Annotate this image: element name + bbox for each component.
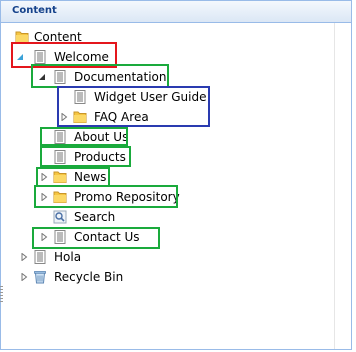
tree-node-label: News: [74, 170, 107, 184]
tree-node-news[interactable]: News: [40, 167, 160, 187]
tree-node-widget-user-guide[interactable]: Widget User Guide: [72, 87, 232, 107]
page-icon: [32, 249, 48, 265]
collapsed-toggle-icon[interactable]: [20, 273, 28, 281]
collapsed-toggle-icon[interactable]: [40, 193, 48, 201]
collapsed-toggle-icon[interactable]: [60, 113, 68, 121]
resize-grip[interactable]: [0, 286, 3, 304]
tree-node-products[interactable]: Products: [52, 147, 172, 167]
tree-node-label: Content: [34, 30, 82, 44]
page-icon: [52, 129, 68, 145]
page-icon: [52, 69, 68, 85]
folder-icon: [52, 169, 68, 185]
tree-node-label: Hola: [54, 250, 82, 264]
tree-node-label: Documentation: [74, 70, 167, 84]
tree-node-label: Search: [74, 210, 116, 224]
collapsed-toggle-icon[interactable]: [20, 253, 28, 261]
tree-node-label: Products: [74, 150, 126, 164]
tree-node-faq-area[interactable]: FAQ Area: [60, 107, 220, 127]
tree-node-welcome[interactable]: Welcome: [16, 47, 216, 67]
tree-node-content[interactable]: Content: [14, 27, 214, 47]
collapsed-toggle-icon[interactable]: [40, 173, 48, 181]
tree-node-about-us[interactable]: About Us: [52, 127, 172, 147]
tree-node-documentation[interactable]: Documentation: [38, 67, 238, 87]
page-icon: [52, 229, 68, 245]
tree-node-hola[interactable]: Hola: [20, 247, 140, 267]
tree-node-recycle-bin[interactable]: Recycle Bin: [20, 267, 160, 287]
tree-node-label: Welcome: [54, 50, 109, 64]
expanded-toggle-icon[interactable]: [38, 73, 46, 81]
recycle-bin-icon: [32, 269, 48, 285]
tree-node-search[interactable]: Search: [52, 207, 172, 227]
folder-icon: [14, 29, 30, 45]
tree-node-promo-repository[interactable]: Promo Repository: [40, 187, 200, 207]
page-icon: [72, 89, 88, 105]
panel-header: Content: [1, 1, 351, 23]
tree-node-label: Recycle Bin: [54, 270, 124, 284]
tree-node-label: Widget User Guide: [94, 90, 207, 104]
expanded-toggle-icon[interactable]: [16, 53, 24, 61]
vertical-scrollbar[interactable]: [334, 23, 351, 349]
folder-icon: [72, 109, 88, 125]
page-icon: [32, 49, 48, 65]
search-page-icon: [52, 209, 68, 225]
panel-title: Content: [12, 5, 57, 16]
collapsed-toggle-icon[interactable]: [40, 233, 48, 241]
tree-node-label: Contact Us: [74, 230, 140, 244]
page-icon: [52, 149, 68, 165]
tree-node-label: FAQ Area: [94, 110, 149, 124]
tree-node-contact-us[interactable]: Contact Us: [40, 227, 180, 247]
tree-node-label: Promo Repository: [74, 190, 180, 204]
folder-icon: [52, 189, 68, 205]
tree-node-label: About Us: [74, 130, 129, 144]
